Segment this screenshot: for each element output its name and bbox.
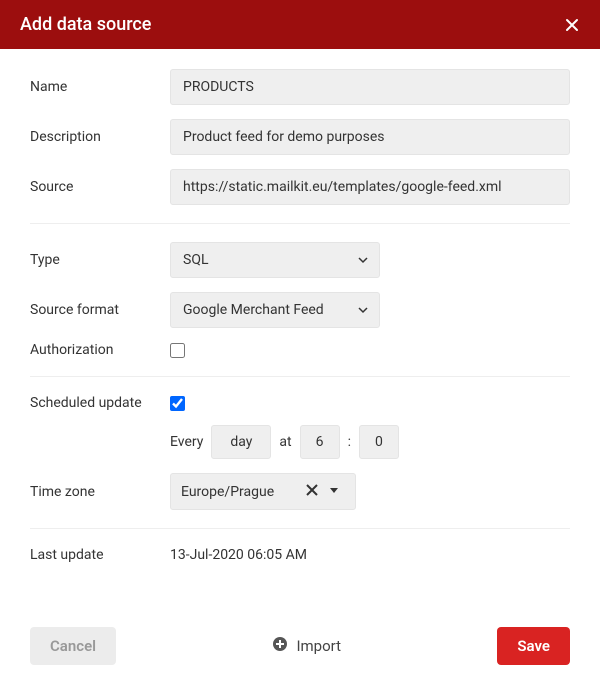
close-icon bbox=[305, 483, 319, 500]
scheduled-update-checkbox[interactable] bbox=[170, 396, 185, 411]
source-row: Source bbox=[30, 169, 570, 205]
source-format-label: Source format bbox=[30, 302, 170, 318]
description-row: Description bbox=[30, 119, 570, 155]
interval-select[interactable]: day bbox=[211, 425, 271, 459]
source-label: Source bbox=[30, 179, 170, 195]
authorization-row: Authorization bbox=[30, 342, 570, 358]
authorization-checkbox[interactable] bbox=[170, 343, 185, 358]
name-input[interactable] bbox=[170, 69, 570, 105]
source-format-row: Source format Google Merchant Feed bbox=[30, 292, 570, 328]
timezone-clear-button[interactable] bbox=[301, 481, 323, 502]
description-label: Description bbox=[30, 129, 170, 145]
source-format-select[interactable]: Google Merchant Feed bbox=[170, 292, 380, 328]
description-input[interactable] bbox=[170, 119, 570, 155]
type-select[interactable]: SQL bbox=[170, 242, 380, 278]
timezone-dropdown-button[interactable] bbox=[323, 481, 345, 502]
section-divider bbox=[30, 223, 570, 224]
type-row: Type SQL bbox=[30, 242, 570, 278]
close-button[interactable] bbox=[564, 17, 580, 33]
at-label: at bbox=[279, 434, 291, 450]
last-update-label: Last update bbox=[30, 547, 170, 563]
add-data-source-dialog: Add data source Name Description Source … bbox=[0, 0, 600, 695]
plus-circle-icon bbox=[272, 636, 288, 656]
dialog-body: Name Description Source Type SQL Source … bbox=[0, 49, 600, 607]
import-label: Import bbox=[296, 637, 341, 655]
import-button[interactable]: Import bbox=[260, 628, 353, 664]
timezone-label: Time zone bbox=[30, 484, 170, 500]
authorization-label: Authorization bbox=[30, 342, 170, 358]
timezone-row: Time zone Europe/Prague bbox=[30, 473, 570, 510]
minute-input[interactable] bbox=[359, 425, 399, 459]
time-colon: : bbox=[348, 434, 351, 450]
scheduled-update-label: Scheduled update bbox=[30, 395, 170, 411]
close-icon bbox=[564, 17, 580, 33]
save-button[interactable]: Save bbox=[497, 627, 570, 665]
section-divider bbox=[30, 376, 570, 377]
timezone-value: Europe/Prague bbox=[181, 484, 301, 500]
section-divider bbox=[30, 528, 570, 529]
dialog-footer: Cancel Import Save bbox=[0, 607, 600, 695]
hour-input[interactable] bbox=[300, 425, 340, 459]
name-row: Name bbox=[30, 69, 570, 105]
dialog-title: Add data source bbox=[20, 14, 151, 35]
every-label: Every bbox=[170, 434, 203, 450]
last-update-value: 13-Jul-2020 06:05 AM bbox=[170, 547, 307, 563]
scheduled-update-row: Scheduled update bbox=[30, 395, 570, 411]
timezone-combobox[interactable]: Europe/Prague bbox=[170, 473, 356, 510]
name-label: Name bbox=[30, 79, 170, 95]
chevron-down-icon bbox=[327, 483, 341, 500]
cancel-button[interactable]: Cancel bbox=[30, 627, 116, 665]
dialog-header: Add data source bbox=[0, 0, 600, 49]
last-update-row: Last update 13-Jul-2020 06:05 AM bbox=[30, 547, 570, 563]
source-input[interactable] bbox=[170, 169, 570, 205]
type-label: Type bbox=[30, 252, 170, 268]
schedule-interval-row: Every day at : bbox=[170, 425, 570, 459]
